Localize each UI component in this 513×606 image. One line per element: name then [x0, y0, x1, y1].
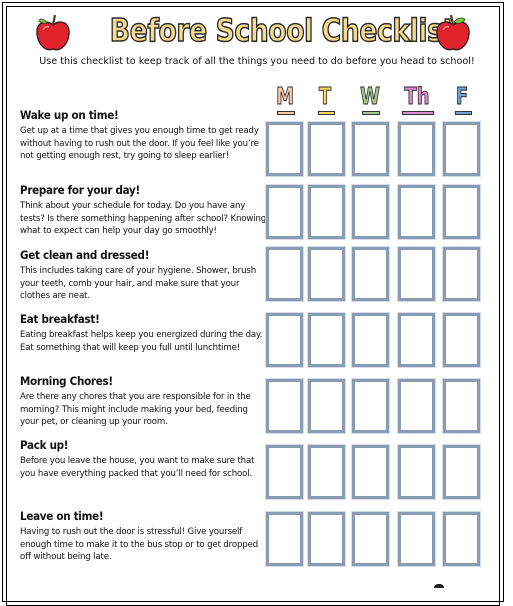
apple-stem-icon — [434, 584, 444, 588]
checkbox-f-task-2[interactable] — [443, 185, 480, 239]
task-description: Before you leave the house, you want to … — [20, 456, 255, 479]
task-description: Get up at a time that gives you enough t… — [20, 126, 259, 162]
checkbox-w-task-6[interactable] — [352, 445, 389, 499]
task-title: Wake up on time! — [20, 108, 119, 122]
checkbox-m-task-5[interactable] — [266, 379, 303, 433]
checkbox-t-task-7[interactable] — [308, 512, 345, 566]
task-title: Morning Chores! — [20, 374, 113, 388]
apple-icon — [436, 14, 470, 51]
day-header-f: F — [455, 84, 469, 111]
day-header-th: Th — [404, 84, 430, 111]
task-item: Eat breakfast! Eating breakfast helps kee… — [20, 312, 268, 354]
checkbox-th-task-2[interactable] — [398, 185, 435, 239]
task-description: Think about your schedule for today. Do … — [20, 201, 267, 237]
checkbox-f-task-7[interactable] — [443, 512, 480, 566]
task-item: Leave on time! Having to rush out the doo… — [20, 509, 268, 564]
page-subtitle: Use this checklist to keep track of all … — [39, 56, 475, 67]
task-item: Morning Chores! Are there any chores that… — [20, 374, 268, 429]
task-title: Eat breakfast! — [20, 312, 100, 326]
checkbox-t-task-1[interactable] — [308, 122, 345, 176]
checkbox-m-task-2[interactable] — [266, 185, 303, 239]
checkbox-f-task-5[interactable] — [443, 379, 480, 433]
checkbox-f-task-6[interactable] — [443, 445, 480, 499]
checkbox-f-task-1[interactable] — [443, 122, 480, 176]
task-item: Prepare for your day! Think about your sc… — [20, 183, 268, 238]
checkbox-t-task-4[interactable] — [308, 313, 345, 367]
checkbox-th-task-7[interactable] — [398, 512, 435, 566]
checkbox-th-task-5[interactable] — [398, 379, 435, 433]
checkbox-t-task-3[interactable] — [308, 247, 345, 301]
task-description: This includes taking care of your hygien… — [20, 266, 256, 302]
page-title: Before School Checklist — [109, 12, 456, 50]
day-header-t: T — [318, 84, 332, 111]
checkbox-t-task-5[interactable] — [308, 379, 345, 433]
day-header-m: M — [276, 84, 295, 111]
task-title: Leave on time! — [20, 509, 104, 523]
checkbox-f-task-3[interactable] — [443, 247, 480, 301]
checkbox-th-task-6[interactable] — [398, 445, 435, 499]
checkbox-m-task-6[interactable] — [266, 445, 303, 499]
day-underline — [362, 111, 380, 115]
checkbox-m-task-3[interactable] — [266, 247, 303, 301]
checkbox-w-task-5[interactable] — [352, 379, 389, 433]
task-description: Are there any chores that you are respon… — [20, 392, 251, 428]
task-item: Get clean and dressed! This includes taki… — [20, 248, 268, 303]
checkbox-w-task-2[interactable] — [352, 185, 389, 239]
checkbox-m-task-4[interactable] — [266, 313, 303, 367]
task-title: Pack up! — [20, 438, 69, 452]
checkbox-m-task-7[interactable] — [266, 512, 303, 566]
task-title: Prepare for your day! — [20, 183, 140, 197]
apple-icon — [36, 14, 70, 51]
day-underline — [317, 111, 335, 115]
checkbox-th-task-4[interactable] — [398, 313, 435, 367]
task-item: Wake up on time! Get up at a time that gi… — [20, 108, 268, 163]
day-underline — [454, 111, 472, 115]
day-underline — [402, 111, 434, 115]
day-underline — [277, 111, 295, 115]
checkbox-m-task-1[interactable] — [266, 122, 303, 176]
checkbox-w-task-4[interactable] — [352, 313, 389, 367]
checkbox-w-task-3[interactable] — [352, 247, 389, 301]
checkbox-th-task-1[interactable] — [398, 122, 435, 176]
checkbox-w-task-1[interactable] — [352, 122, 389, 176]
task-description: Eating breakfast helps keep you energize… — [20, 330, 263, 353]
checkbox-w-task-7[interactable] — [352, 512, 389, 566]
day-header-w: W — [360, 84, 381, 111]
task-item: Pack up! Before you leave the house, you … — [20, 438, 268, 480]
checkbox-t-task-2[interactable] — [308, 185, 345, 239]
task-title: Get clean and dressed! — [20, 248, 150, 262]
checkbox-f-task-4[interactable] — [443, 313, 480, 367]
task-description: Having to rush out the door is stressful… — [20, 527, 259, 563]
checkbox-th-task-3[interactable] — [398, 247, 435, 301]
checkbox-t-task-6[interactable] — [308, 445, 345, 499]
